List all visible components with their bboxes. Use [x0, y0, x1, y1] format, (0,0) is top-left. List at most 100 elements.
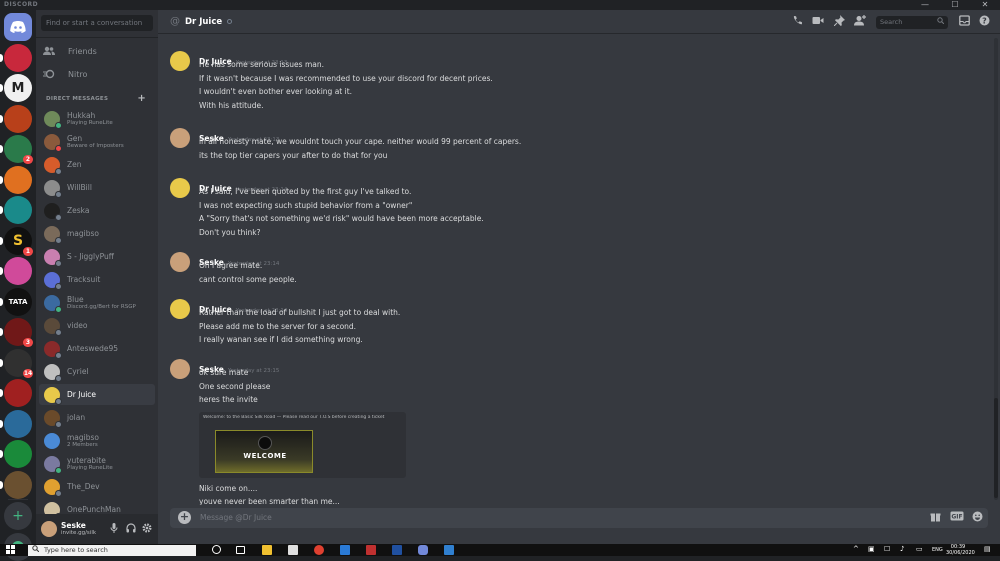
unread-indicator: [0, 419, 3, 428]
dm-item[interactable]: S - JigglyPuff: [39, 246, 155, 267]
avatar[interactable]: [170, 128, 190, 148]
dm-item[interactable]: Dr Juice: [39, 384, 155, 405]
cortana-icon[interactable]: [212, 545, 221, 554]
avatar[interactable]: [170, 51, 190, 71]
dm-item[interactable]: Blue Discord.gg/Bert for RSGP: [39, 292, 155, 313]
server-icon-label: TATA: [8, 297, 28, 306]
unread-indicator: [0, 328, 3, 336]
dm-item[interactable]: jolan: [39, 407, 155, 428]
server-icon[interactable]: [4, 409, 32, 438]
dm-item[interactable]: Tracksuit: [39, 269, 155, 290]
dm-name: Zen: [67, 160, 82, 169]
taskbar-clock[interactable]: 00:39 30/06/2020: [946, 544, 975, 556]
chat-search-input[interactable]: Search: [876, 16, 948, 29]
pin-icon[interactable]: [833, 15, 845, 29]
dm-search-input[interactable]: Find or start a conversation: [41, 15, 153, 31]
invite-embed[interactable]: Welcome: to the Basic Silk Road — Please…: [199, 411, 406, 478]
dm-item[interactable]: The_Dev: [39, 476, 155, 497]
app-icon-3[interactable]: [444, 545, 454, 555]
server-separator: [8, 499, 28, 500]
server-icon[interactable]: [4, 165, 32, 194]
dm-item[interactable]: video: [39, 315, 155, 336]
avatar[interactable]: [170, 359, 190, 379]
server-icon[interactable]: [4, 440, 32, 468]
server-icon[interactable]: [4, 257, 32, 285]
dm-name: Zeska: [67, 206, 90, 215]
nav-label-friends: Friends: [68, 46, 97, 56]
inbox-icon[interactable]: [959, 15, 970, 29]
minimize-button[interactable]: —: [910, 0, 940, 10]
dm-name: Hukkah: [67, 110, 96, 120]
store-icon[interactable]: [288, 545, 298, 555]
language-indicator[interactable]: ENG: [932, 547, 943, 553]
dm-item[interactable]: Gen Beware of Imposters: [39, 131, 155, 152]
scrollbar-thumb[interactable]: [994, 398, 998, 498]
avatar[interactable]: [170, 178, 190, 198]
nitro-icon: [41, 66, 57, 82]
server-icon[interactable]: [4, 43, 32, 72]
notifications-icon[interactable]: ▤: [984, 545, 991, 553]
server-icon[interactable]: TATA: [4, 287, 32, 316]
unread-indicator: [0, 389, 3, 397]
gear-icon[interactable]: [142, 523, 152, 536]
gift-icon[interactable]: [930, 511, 941, 525]
phone-icon[interactable]: [792, 15, 803, 29]
task-view-icon[interactable]: [236, 546, 245, 554]
dm-item[interactable]: Cyriel: [39, 361, 155, 382]
dm-item[interactable]: WillBill: [39, 177, 155, 198]
nav-item-friends[interactable]: Friends: [41, 41, 153, 61]
create-dm-button[interactable]: +: [137, 93, 146, 104]
chat-scrollbar[interactable]: [994, 38, 998, 500]
windows-start-icon[interactable]: [6, 545, 15, 557]
message-composer[interactable]: + Message @Dr Juice GIF: [170, 508, 988, 528]
server-icon[interactable]: [4, 470, 32, 499]
dm-item[interactable]: Zeska: [39, 200, 155, 221]
file-explorer-icon[interactable]: [262, 545, 272, 555]
video-icon[interactable]: [812, 15, 824, 29]
tray-chevron-icon[interactable]: ^: [853, 545, 859, 553]
gif-icon[interactable]: GIF: [950, 511, 964, 524]
close-button[interactable]: ✕: [970, 0, 1000, 10]
chrome-icon[interactable]: [314, 545, 324, 555]
app-icon-1[interactable]: [366, 545, 376, 555]
status-indicator: [227, 19, 233, 24]
add-server-button[interactable]: +: [4, 502, 32, 530]
dm-item[interactable]: Hukkah Playing RuneLite: [39, 108, 155, 129]
headset-icon[interactable]: [126, 523, 136, 536]
volume-icon[interactable]: ♪: [900, 545, 904, 553]
dm-item[interactable]: magibso 2 Members: [39, 430, 155, 451]
emoji-icon[interactable]: [972, 511, 983, 525]
message-input[interactable]: Message @Dr Juice: [200, 513, 272, 522]
dm-item[interactable]: Zen: [39, 154, 155, 175]
server-icon[interactable]: [4, 104, 32, 133]
mail-icon[interactable]: [340, 545, 350, 555]
server-icon[interactable]: [4, 196, 32, 224]
tray-app-icon[interactable]: ▣: [868, 545, 875, 553]
home-button[interactable]: [4, 13, 32, 41]
message-text: in all honesty mate, we wouldnt touch yo…: [199, 137, 522, 146]
dm-item[interactable]: magibso: [39, 223, 155, 244]
help-icon[interactable]: ?: [979, 15, 990, 29]
upload-button[interactable]: +: [178, 511, 191, 524]
server-icon[interactable]: [4, 379, 32, 407]
taskbar-search-input[interactable]: Type here to search: [28, 545, 196, 556]
avatar[interactable]: [170, 252, 190, 272]
battery-icon[interactable]: ▭: [916, 545, 923, 553]
status-indicator: [55, 420, 62, 428]
discord-taskbar-icon[interactable]: [418, 545, 428, 555]
server-icon[interactable]: M: [4, 74, 32, 102]
unread-indicator: [0, 450, 3, 458]
microphone-icon[interactable]: [110, 523, 118, 536]
user-avatar[interactable]: [41, 521, 57, 537]
embed-image: WELCOME: [215, 429, 313, 473]
unread-indicator: [0, 267, 3, 275]
add-member-icon[interactable]: [854, 15, 866, 29]
avatar[interactable]: [170, 299, 190, 319]
mention-badge: 1: [23, 246, 33, 256]
network-icon[interactable]: ☐: [884, 545, 890, 553]
dm-item[interactable]: Anteswede95: [39, 338, 155, 359]
nav-item-nitro[interactable]: Nitro: [41, 64, 153, 84]
app-icon-2[interactable]: [392, 545, 402, 555]
maximize-button[interactable]: ☐: [940, 0, 970, 10]
dm-item[interactable]: yuterabite Playing RuneLite: [39, 453, 155, 474]
